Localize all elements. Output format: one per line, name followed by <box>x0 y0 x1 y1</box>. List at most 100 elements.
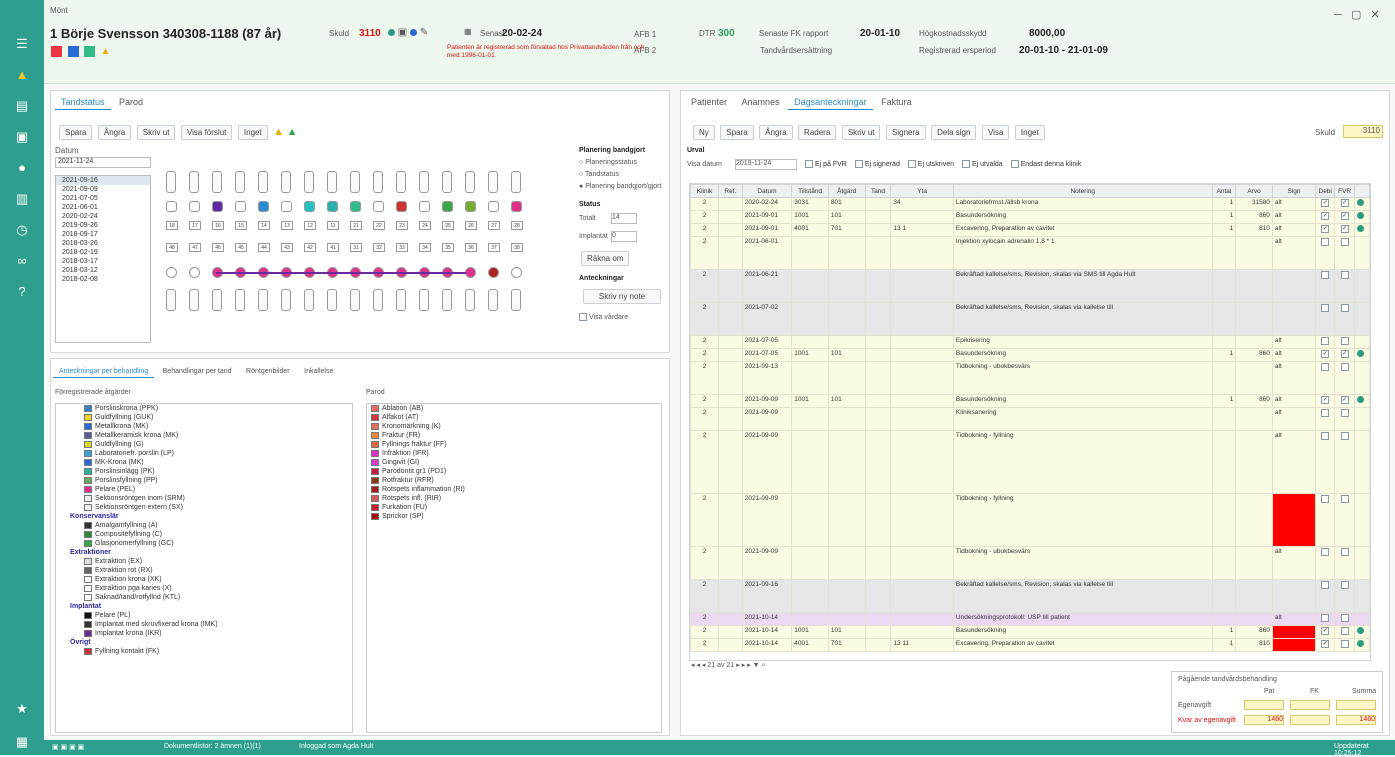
tooth-surface-lower[interactable] <box>488 267 499 278</box>
ny-button[interactable]: Ny <box>693 125 715 140</box>
cell-check[interactable]: ✓ <box>1315 348 1336 362</box>
tooth-upper-14[interactable] <box>258 171 268 193</box>
checkbox-icon[interactable] <box>1340 640 1349 648</box>
table-row[interactable]: 2 2021-09-01 4001 701 13 1 Excavering, Prepar… <box>690 223 1370 237</box>
checkbox-icon[interactable] <box>1340 271 1349 279</box>
table-row[interactable]: 2 2021-10-14 4001 701 13 11 Excavering, Prepa… <box>690 638 1370 652</box>
tab-tandstatus[interactable]: Tandstatus <box>55 95 111 110</box>
tooth-number-upper[interactable]: 16 <box>212 221 224 230</box>
cell-check[interactable]: ✓ <box>1315 223 1336 237</box>
column-header[interactable]: Arvo <box>1235 184 1273 198</box>
parod-item[interactable]: Ablation (AB) <box>371 404 661 413</box>
cell-check[interactable] <box>1315 269 1336 303</box>
visa-button[interactable]: Visa <box>981 125 1010 140</box>
tooth-lower-44[interactable] <box>258 289 268 311</box>
parod-item[interactable]: Infraktion (IFR) <box>371 449 661 458</box>
warning-yellow-icon[interactable]: ▲ <box>273 126 284 138</box>
date-item[interactable]: 2021-09-09 <box>56 185 150 194</box>
list-item[interactable]: Extraktion pga karies (X) <box>84 584 352 593</box>
status-item-1[interactable]: Dokumentlistor: 2 ämnen (1)(1) <box>164 743 261 750</box>
tooth-number-upper[interactable]: 11 <box>327 221 339 230</box>
checkbox-icon[interactable]: ✓ <box>1340 225 1349 233</box>
tab-anteckningar[interactable]: Anteckningar per behandling <box>53 366 155 378</box>
tooth-number-lower[interactable]: 45 <box>235 243 247 252</box>
checkbox-icon[interactable] <box>1340 337 1349 345</box>
checkbox-icon[interactable]: ✓ <box>1321 396 1330 404</box>
table-row[interactable]: 2 2021-07-05 1001 101 Basundersökning 1 860 alt… <box>690 348 1370 362</box>
cell-check[interactable] <box>1315 493 1336 547</box>
tab-dagsanteckningar[interactable]: Dagsanteckningar <box>788 95 873 110</box>
list-item[interactable]: Amalgamfyllning (A) <box>84 521 352 530</box>
warning-icon[interactable]: ▲ <box>13 66 31 84</box>
list-item[interactable]: Porslinskrona (PPK) <box>84 404 352 413</box>
tooth-number-upper[interactable]: 22 <box>373 221 385 230</box>
tooth-number-upper[interactable]: 14 <box>258 221 270 230</box>
tooth-surface-upper[interactable] <box>488 201 499 212</box>
parod-item[interactable]: Fyllnings fraktur (FF) <box>371 440 661 449</box>
checkbox-icon[interactable] <box>1321 271 1330 279</box>
tooth-upper-12[interactable] <box>304 171 314 193</box>
date-item[interactable]: 2018-03-17 <box>56 257 150 266</box>
list-item[interactable]: Extraktion (EX) <box>84 557 352 566</box>
tooth-upper-21[interactable] <box>350 171 360 193</box>
cell-check[interactable] <box>1334 302 1355 336</box>
tooth-upper-24[interactable] <box>419 171 429 193</box>
calendar-icon[interactable]: ▣ <box>13 128 31 146</box>
spara-button[interactable]: Spara <box>59 125 93 140</box>
tooth-icon[interactable]: ● <box>13 159 31 177</box>
drawer-icon[interactable]: ☰ <box>13 35 31 53</box>
tooth-number-upper[interactable]: 13 <box>281 221 293 230</box>
cell-check[interactable] <box>1334 361 1355 395</box>
visa-vardare-checkbox[interactable]: Visa vårdare <box>579 313 628 321</box>
checkbox-icon[interactable]: ✓ <box>1340 350 1349 358</box>
tooth-surface-upper[interactable] <box>258 201 269 212</box>
skriv-ut-journal-button[interactable]: Skriv ut <box>841 125 881 140</box>
tooth-number-lower[interactable]: 36 <box>465 243 477 252</box>
cell-check[interactable] <box>1315 430 1336 494</box>
tooth-surface-upper[interactable] <box>212 201 223 212</box>
checkbox-icon[interactable]: ✓ <box>1321 199 1330 207</box>
tooth-lower-37[interactable] <box>488 289 498 311</box>
cell-check[interactable]: ✓ <box>1334 348 1355 362</box>
tooth-lower-46[interactable] <box>212 289 222 311</box>
tooth-surface-lower[interactable] <box>511 267 522 278</box>
tooth-surface-upper[interactable] <box>350 201 361 212</box>
date-item[interactable]: 2018-09-17 <box>56 230 150 239</box>
tab-anamnes[interactable]: Anamnes <box>736 95 786 109</box>
list-item[interactable]: Metallkrona (MK) <box>84 422 352 431</box>
tab-parod[interactable]: Parod <box>113 95 149 109</box>
cell-check[interactable] <box>1334 236 1355 270</box>
calendar-small-icon[interactable]: ▦ <box>464 27 472 36</box>
tooth-lower-42[interactable] <box>304 289 314 311</box>
column-header[interactable]: Åtgärd <box>827 184 866 198</box>
tooth-number-upper[interactable]: 26 <box>465 221 477 230</box>
checkbox-icon[interactable] <box>1340 581 1349 589</box>
checkbox-icon[interactable] <box>1340 614 1349 622</box>
checkbox-icon[interactable]: ✓ <box>1340 199 1349 207</box>
tooth-surface-lower[interactable] <box>189 267 200 278</box>
status-implant-value[interactable]: 0 <box>611 231 637 242</box>
status-total-value[interactable]: 14 <box>611 213 637 224</box>
tooth-number-upper[interactable]: 24 <box>419 221 431 230</box>
cell-check[interactable] <box>1334 638 1355 652</box>
cell-check[interactable]: ✓ <box>1315 638 1336 652</box>
date-item[interactable]: 2018-03-12 <box>56 266 150 275</box>
tooth-number-upper[interactable]: 23 <box>396 221 408 230</box>
inget-journal-button[interactable]: Inget <box>1014 125 1045 140</box>
tooth-number-lower[interactable]: 48 <box>166 243 178 252</box>
tooth-upper-26[interactable] <box>465 171 475 193</box>
tooth-upper-18[interactable] <box>166 171 176 193</box>
cell-check[interactable] <box>1334 546 1355 580</box>
table-row[interactable]: 2 2021-09-09 Tidbokning - fyllning <box>690 493 1370 547</box>
list-item[interactable]: Fyllning kontakt (FK) <box>84 647 352 656</box>
checkbox-icon[interactable] <box>1321 581 1330 589</box>
checkbox-icon[interactable]: ✓ <box>1321 350 1330 358</box>
schedule-icon[interactable]: ▥ <box>13 190 31 208</box>
cell-check[interactable] <box>1334 612 1355 626</box>
tooth-number-lower[interactable]: 35 <box>442 243 454 252</box>
tooth-upper-23[interactable] <box>396 171 406 193</box>
checkbox-icon[interactable] <box>1340 238 1349 246</box>
checkbox-icon[interactable] <box>1321 614 1330 622</box>
cell-check[interactable] <box>1334 269 1355 303</box>
tooth-surface-upper[interactable] <box>189 201 200 212</box>
